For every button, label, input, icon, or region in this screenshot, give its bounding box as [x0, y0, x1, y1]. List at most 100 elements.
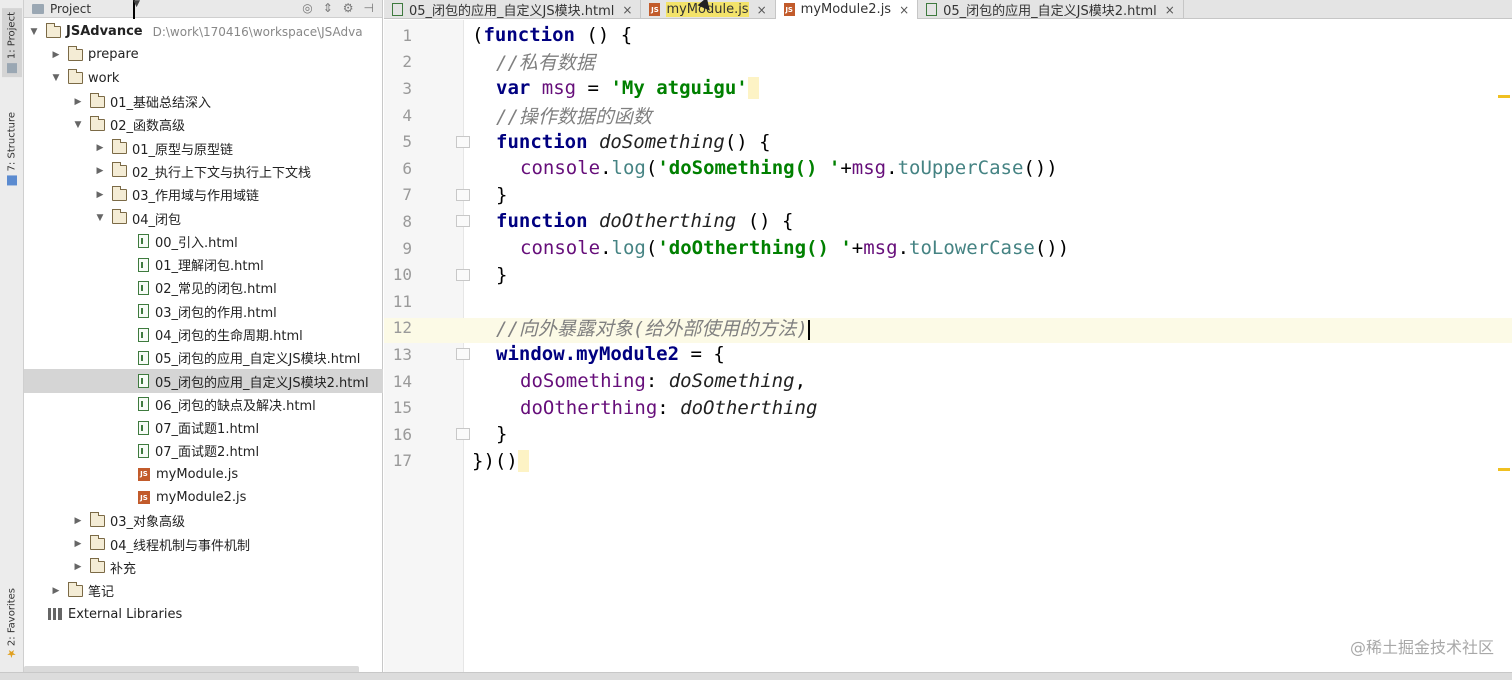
code-line: 11 [384, 288, 1512, 315]
favorites-tool-tab[interactable]: ★ 2: Favorites [2, 584, 22, 664]
html-file-icon [138, 234, 149, 249]
tool-window-strip: 1: Project 7: Structure ★ 2: Favorites [0, 0, 24, 680]
tree-item-folder[interactable]: ▶ 02_执行上下文与执行上下文栈 [24, 160, 383, 183]
tree-item-file[interactable]: 05_闭包的应用_自定义JS模块.html [24, 346, 383, 369]
expanded-arrow-icon[interactable]: ▼ [50, 73, 62, 83]
folder-icon [90, 511, 105, 527]
fold-icon[interactable] [456, 135, 470, 148]
tree-item-file[interactable]: JS myModule2.js [24, 486, 383, 509]
line-number: 8 [402, 211, 412, 231]
code-line: 17 })() [384, 448, 1512, 475]
tree-item-label: 03_闭包的作用.html [155, 305, 277, 321]
folder-icon [90, 558, 105, 574]
collapsed-arrow-icon[interactable]: ▶ [72, 516, 84, 526]
code-text: var msg = 'My atguigu' [496, 77, 760, 100]
tree-item-file[interactable]: 02_常见的闭包.html [24, 276, 383, 299]
tree-item-folder[interactable]: ▶ 03_作用域与作用域链 [24, 183, 383, 206]
fold-icon[interactable] [456, 188, 470, 201]
tree-item-folder[interactable]: ▼ 04_闭包 [24, 206, 383, 229]
structure-tool-tab[interactable]: 7: Structure [2, 108, 22, 189]
collapsed-arrow-icon[interactable]: ▶ [94, 143, 106, 153]
tree-item-file[interactable]: 07_面试题2.html [24, 439, 383, 462]
tree-item-libraries[interactable]: External Libraries [24, 602, 383, 625]
tree-item-file[interactable]: JS myModule.js [24, 463, 383, 486]
fold-icon[interactable] [456, 428, 470, 441]
html-file-icon [138, 327, 149, 342]
js-file-icon: JS [783, 3, 795, 16]
tree-item-folder[interactable]: ▼ 02_函数高级 [24, 113, 383, 136]
gear-icon[interactable]: ⚙ [343, 1, 354, 15]
code-text: } [496, 423, 508, 446]
close-icon[interactable]: × [1165, 3, 1175, 17]
collapsed-arrow-icon[interactable]: ▶ [94, 166, 106, 176]
line-number: 14 [392, 371, 412, 391]
collapsed-arrow-icon[interactable]: ▶ [72, 539, 84, 549]
tree-item-root[interactable]: ▼ JSAdvance D:\work\170416\workspace\JSA… [24, 20, 383, 43]
code-line: 15 doOtherthing: doOtherthing [384, 394, 1512, 421]
tree-item-folder[interactable]: ▶ 03_对象高级 [24, 509, 383, 532]
collapse-icon[interactable]: ⇕ [323, 1, 333, 15]
line-number: 13 [392, 344, 412, 364]
target-icon[interactable]: ◎ [302, 1, 312, 15]
star-icon: ★ [5, 647, 18, 661]
text-caret [807, 319, 810, 340]
tab-label: 05_闭包的应用_自定义JS模块2.html [943, 4, 1157, 19]
code-text: doSomething: doSomething, [520, 370, 807, 393]
close-icon[interactable]: × [899, 3, 909, 17]
expanded-arrow-icon[interactable]: ▼ [94, 213, 106, 223]
tree-item-file[interactable]: 03_闭包的作用.html [24, 300, 383, 323]
tab-custom-module2-html[interactable]: 05_闭包的应用_自定义JS模块2.html × [918, 0, 1184, 19]
tree-item-file[interactable]: 01_理解闭包.html [24, 253, 383, 276]
project-tool-tab[interactable]: 1: Project [2, 8, 22, 78]
code-line: 16 } [384, 421, 1512, 448]
folder-icon [46, 22, 61, 38]
html-file-icon [138, 443, 149, 458]
tree-item-folder[interactable]: ▼ work [24, 67, 383, 90]
tree-item-file-selected[interactable]: 05_闭包的应用_自定义JS模块2.html [24, 369, 383, 393]
tree-item-label: 03_作用域与作用域链 [132, 189, 260, 205]
tree-item-label: 02_执行上下文与执行上下文栈 [132, 165, 312, 181]
tab-custom-module-html[interactable]: 05_闭包的应用_自定义JS模块.html × [384, 0, 642, 19]
html-file-icon [138, 280, 149, 295]
collapsed-arrow-icon[interactable]: ▶ [50, 50, 62, 60]
library-icon [48, 608, 62, 621]
tree-item-folder[interactable]: ▶ 04_线程机制与事件机制 [24, 533, 383, 556]
code-comment: //操作数据的函数 [496, 105, 652, 128]
folder-icon [68, 45, 83, 61]
html-file-icon [138, 420, 149, 435]
code-text: console.log('doOtherthing() '+msg.toLowe… [520, 237, 1070, 260]
expanded-arrow-icon[interactable]: ▼ [72, 120, 84, 130]
expanded-arrow-icon[interactable]: ▼ [28, 27, 40, 37]
chevron-down-icon[interactable]: ▼ [133, 0, 140, 19]
collapsed-arrow-icon[interactable]: ▶ [72, 562, 84, 572]
tree-item-file[interactable]: 07_面试题1.html [24, 416, 383, 439]
tree-item-folder[interactable]: ▶ 补充 [24, 556, 383, 579]
project-tree: ▼ JSAdvance D:\work\170416\workspace\JSA… [24, 20, 383, 626]
tree-item-file[interactable]: 06_闭包的缺点及解决.html [24, 393, 383, 416]
collapsed-arrow-icon[interactable]: ▶ [50, 586, 62, 596]
hide-icon[interactable]: ⊣ [364, 1, 374, 15]
tree-item-folder[interactable]: ▶ prepare [24, 43, 383, 66]
close-icon[interactable]: × [622, 3, 632, 17]
folder-icon [68, 69, 83, 85]
close-icon[interactable]: × [757, 3, 767, 17]
fold-icon[interactable] [456, 215, 470, 228]
fold-icon[interactable] [456, 348, 470, 361]
tree-item-label: 04_闭包 [132, 212, 182, 228]
tab-mymodule2-js[interactable]: JS myModule2.js × [775, 0, 919, 19]
tree-item-file[interactable]: 04_闭包的生命周期.html [24, 323, 383, 346]
collapsed-arrow-icon[interactable]: ▶ [72, 97, 84, 107]
tree-item-folder[interactable]: ▶ 01_原型与原型链 [24, 136, 383, 159]
collapsed-arrow-icon[interactable]: ▶ [94, 190, 106, 200]
tree-item-folder[interactable]: ▶ 01_基础总结深入 [24, 90, 383, 113]
code-line: 10 } [384, 261, 1512, 288]
tree-item-folder[interactable]: ▶ 笔记 [24, 579, 383, 602]
code-editor[interactable]: 1 (function () { 2 //私有数据 3 var msg = 'M… [384, 20, 1512, 672]
code-text: doOtherthing: doOtherthing [520, 396, 818, 419]
project-icon [7, 63, 17, 74]
fold-icon[interactable] [456, 268, 470, 281]
tree-item-file[interactable]: 00_引入.html [24, 230, 383, 253]
line-number: 16 [392, 424, 412, 444]
code-line: 8 function doOtherthing () { [384, 208, 1512, 235]
project-view-selector[interactable]: Project [50, 2, 91, 16]
